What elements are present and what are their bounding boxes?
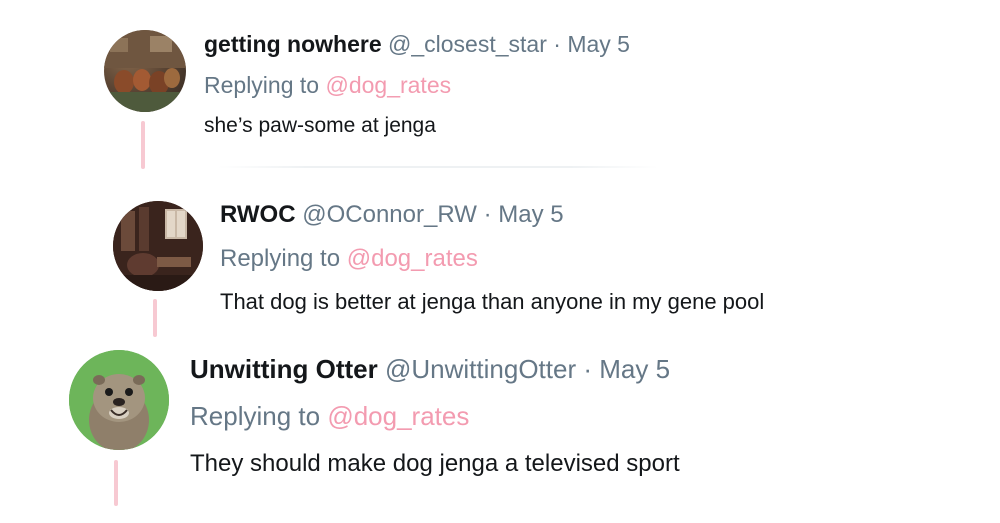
otter-icon bbox=[69, 350, 169, 450]
reply-content: Unwitting Otter @UnwittingOtter · May 5 … bbox=[190, 354, 680, 479]
library-photo-icon bbox=[113, 201, 203, 291]
thread-line bbox=[141, 121, 145, 169]
mention-link[interactable]: @dog_rates bbox=[327, 401, 469, 431]
timestamp[interactable]: May 5 bbox=[567, 31, 630, 57]
timestamp[interactable]: May 5 bbox=[599, 354, 670, 384]
replying-to-line: Replying to @dog_rates bbox=[220, 245, 764, 273]
reply-text: They should make dog jenga a televised s… bbox=[190, 450, 680, 477]
user-handle[interactable]: @UnwittingOtter bbox=[385, 354, 576, 384]
reply-content: getting nowhere @_closest_star · May 5 R… bbox=[204, 30, 630, 139]
reply-text: That dog is better at jenga than anyone … bbox=[220, 289, 765, 314]
replying-to-label: Replying to bbox=[220, 245, 341, 272]
avatar[interactable] bbox=[69, 350, 169, 450]
mention-link[interactable]: @dog_rates bbox=[325, 72, 451, 98]
chickens-photo-icon bbox=[104, 30, 186, 112]
separator-dot: · bbox=[483, 201, 492, 228]
display-name[interactable]: RWOC bbox=[220, 201, 296, 228]
divider bbox=[218, 166, 658, 168]
reply-header: Unwitting Otter @UnwittingOtter · May 5 bbox=[190, 354, 680, 384]
reply-header: RWOC @OConnor_RW · May 5 bbox=[220, 201, 764, 229]
thread-line bbox=[153, 299, 157, 337]
timestamp[interactable]: May 5 bbox=[498, 201, 563, 228]
replying-to-line: Replying to @dog_rates bbox=[204, 71, 630, 99]
reply-header: getting nowhere @_closest_star · May 5 bbox=[204, 30, 630, 58]
avatar[interactable] bbox=[104, 30, 186, 112]
replying-to-label: Replying to bbox=[204, 72, 320, 98]
replying-to-label: Replying to bbox=[190, 401, 321, 431]
thread-line bbox=[114, 460, 118, 506]
display-name[interactable]: getting nowhere bbox=[204, 31, 382, 57]
separator-dot: · bbox=[583, 354, 593, 384]
user-handle[interactable]: @OConnor_RW bbox=[302, 201, 477, 228]
separator-dot: · bbox=[553, 31, 561, 57]
user-handle[interactable]: @_closest_star bbox=[388, 31, 547, 57]
mention-link[interactable]: @dog_rates bbox=[347, 245, 478, 272]
display-name[interactable]: Unwitting Otter bbox=[190, 354, 378, 384]
avatar[interactable] bbox=[113, 201, 203, 291]
reply-content: RWOC @OConnor_RW · May 5 Replying to @do… bbox=[220, 201, 764, 316]
reply-text: she’s paw-some at jenga bbox=[204, 114, 436, 137]
replying-to-line: Replying to @dog_rates bbox=[190, 401, 680, 431]
